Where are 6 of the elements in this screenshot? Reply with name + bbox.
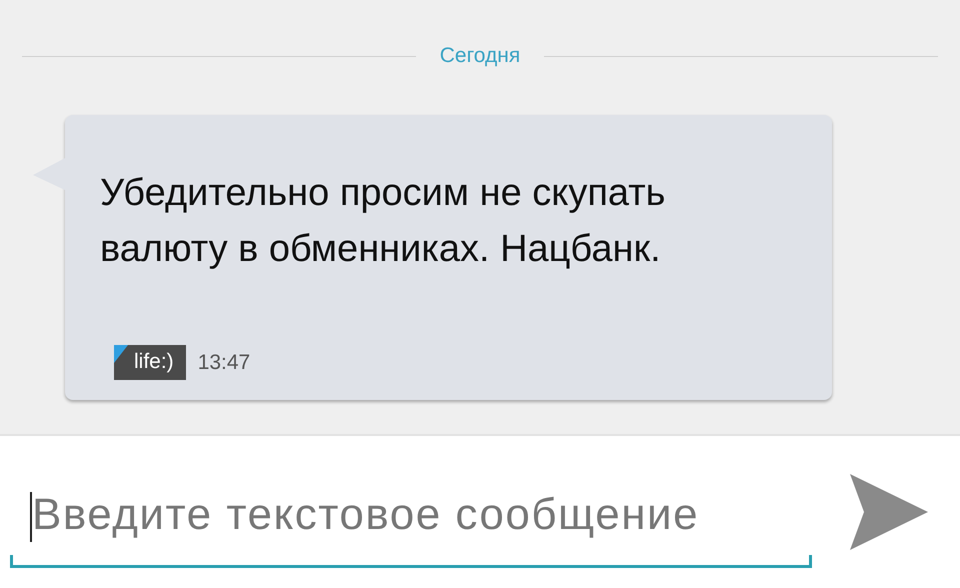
send-icon[interactable] bbox=[850, 474, 928, 550]
date-label: Сегодня bbox=[440, 44, 520, 68]
text-cursor bbox=[30, 492, 32, 542]
message-time: 13:47 bbox=[198, 350, 250, 374]
message-text: Убедительно просим не скупать валюту в обменниках. Нацбанк. bbox=[100, 171, 666, 272]
sim-label: life:) bbox=[114, 345, 186, 380]
